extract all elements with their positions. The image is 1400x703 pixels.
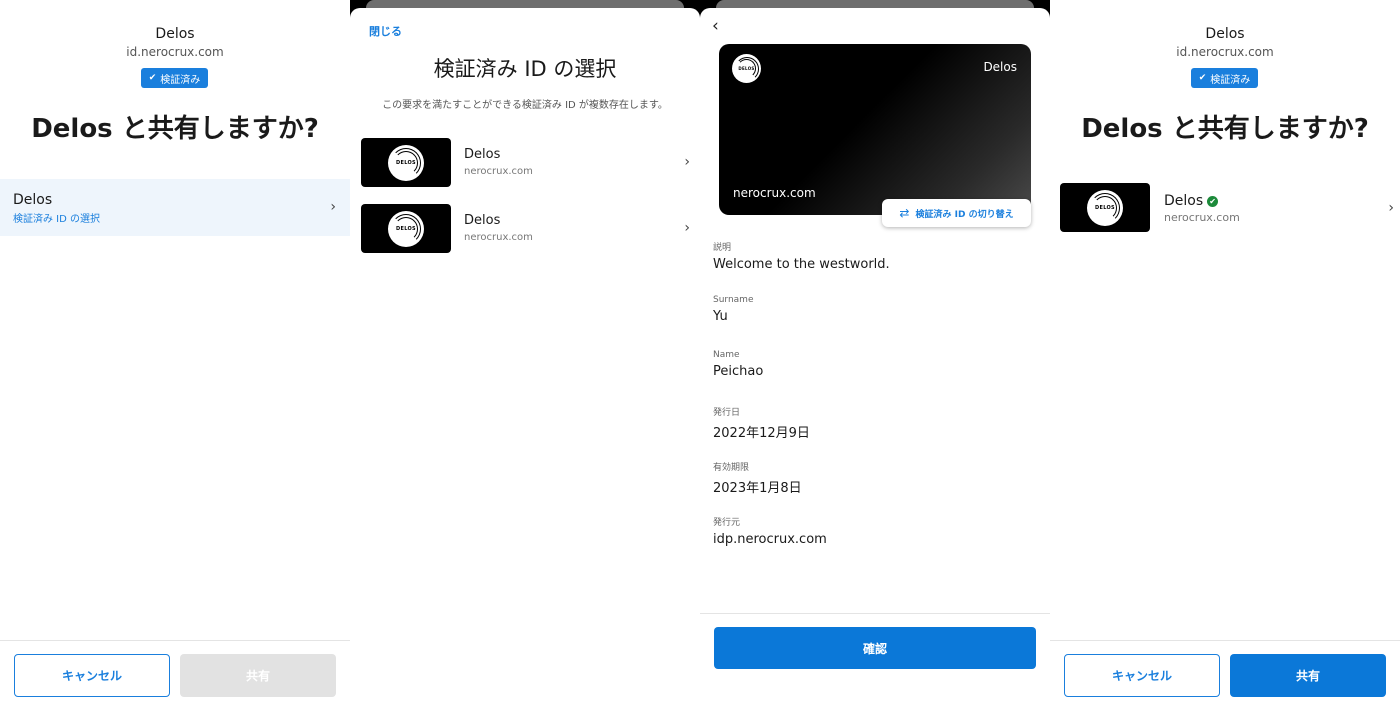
- claim-value: Yu: [713, 309, 728, 324]
- chevron-right-icon: ›: [330, 199, 336, 215]
- id-domain: nerocrux.com: [464, 232, 533, 243]
- relying-party-domain: id.nerocrux.com: [126, 45, 224, 59]
- id-card: DELOS Delos nerocrux.com: [719, 44, 1031, 215]
- delos-logo-icon: DELOS: [1087, 189, 1123, 226]
- delos-logo-icon: DELOS: [732, 54, 761, 83]
- sheet-title: 検証済み ID の選択: [433, 57, 617, 81]
- claim-field: 発行日 2022年12月9日: [713, 405, 1033, 441]
- select-id-sheet-screen: 閉じる 検証済み ID の選択 この要求を満たすことができる検証済み ID が複…: [350, 0, 700, 703]
- claim-label: Surname: [713, 295, 754, 305]
- claim-value: idp.nerocrux.com: [713, 532, 827, 547]
- claim-value: 2022年12月9日: [713, 426, 810, 441]
- id-list-item[interactable]: DELOS Delos nerocrux.com ›: [361, 204, 696, 254]
- select-id-sheet: 閉じる 検証済み ID の選択 この要求を満たすことができる検証済み ID が複…: [350, 8, 700, 703]
- share-button[interactable]: 共有: [180, 654, 336, 697]
- relying-party-domain: id.nerocrux.com: [1176, 45, 1274, 59]
- claim-label: 発行元: [713, 518, 741, 528]
- id-name: Delos: [464, 213, 501, 228]
- claim-field: 説明 Welcome to the westworld.: [713, 240, 1033, 272]
- id-domain: nerocrux.com: [1164, 211, 1240, 224]
- chevron-right-icon: ›: [684, 220, 690, 236]
- share-title: Delos と共有しますか?: [1081, 114, 1369, 144]
- id-detail-screen: ‹ DELOS Delos nerocrux.com ⇄ 検証済み ID の切り…: [700, 0, 1050, 703]
- select-id-row-title: Delos: [13, 192, 53, 208]
- claim-label: 有効期限: [713, 463, 750, 473]
- cancel-button[interactable]: キャンセル: [14, 654, 170, 697]
- claim-field: Name Peichao: [713, 350, 1033, 379]
- verified-badge-label: 検証済み: [160, 74, 201, 86]
- footer-divider: [0, 640, 350, 641]
- selected-id-row[interactable]: DELOS Delos ✔ nerocrux.com ›: [1060, 182, 1400, 234]
- share-screen-selected: Delos id.nerocrux.com ✔ 検証済み Delos と共有しま…: [1050, 0, 1400, 703]
- verified-badge: ✔ 検証済み: [141, 68, 208, 88]
- verified-badge: ✔ 検証済み: [1191, 68, 1258, 88]
- delos-logo-icon: DELOS: [388, 210, 424, 247]
- check-icon: ✔: [1198, 73, 1207, 83]
- id-list-item[interactable]: DELOS Delos nerocrux.com ›: [361, 138, 696, 188]
- claim-label: Name: [713, 350, 740, 360]
- relying-party-name: Delos: [1205, 26, 1245, 42]
- claim-value: Peichao: [713, 364, 764, 379]
- claim-field: 発行元 idp.nerocrux.com: [713, 515, 1033, 547]
- verified-check-icon: ✔: [1207, 195, 1219, 207]
- switch-arrows-icon: ⇄: [899, 206, 910, 220]
- footer-divider: [1050, 640, 1400, 641]
- confirm-button[interactable]: 確認: [714, 627, 1036, 669]
- claim-label: 発行日: [713, 408, 741, 418]
- share-title: Delos と共有しますか?: [31, 114, 319, 144]
- claim-field: 有効期限 2023年1月8日: [713, 460, 1033, 496]
- card-domain: nerocrux.com: [733, 186, 816, 200]
- card-name: Delos: [983, 60, 1017, 74]
- switch-id-button[interactable]: ⇄ 検証済み ID の切り替え: [882, 199, 1031, 227]
- id-thumbnail: DELOS: [1060, 183, 1150, 232]
- id-name: Delos: [464, 147, 501, 162]
- close-button[interactable]: 閉じる: [369, 23, 402, 39]
- footer-divider: [700, 613, 1050, 614]
- share-button[interactable]: 共有: [1230, 654, 1386, 697]
- id-name-with-status: Delos ✔: [1164, 193, 1219, 209]
- id-domain: nerocrux.com: [464, 166, 533, 177]
- delos-logo-icon: DELOS: [388, 144, 424, 181]
- chevron-left-icon[interactable]: ‹: [712, 16, 719, 36]
- verified-badge-label: 検証済み: [1210, 74, 1251, 86]
- sheet-subtitle: この要求を満たすことができる検証済み ID が複数存在します。: [382, 100, 668, 111]
- check-icon: ✔: [148, 73, 157, 83]
- id-name: Delos: [1164, 193, 1204, 209]
- claim-label: 説明: [713, 243, 732, 253]
- select-id-row-subtitle: 検証済み ID の選択: [13, 214, 101, 225]
- claim-field: Surname Yu: [713, 295, 1033, 324]
- chevron-right-icon: ›: [1388, 200, 1394, 216]
- claim-value: Welcome to the westworld.: [713, 257, 890, 272]
- id-thumbnail: DELOS: [361, 204, 451, 253]
- id-thumbnail: DELOS: [361, 138, 451, 187]
- id-detail-sheet: ‹ DELOS Delos nerocrux.com ⇄ 検証済み ID の切り…: [700, 8, 1050, 703]
- cancel-button[interactable]: キャンセル: [1064, 654, 1220, 697]
- share-screen-initial: Delos id.nerocrux.com ✔ 検証済み Delos と共有しま…: [0, 0, 350, 703]
- claim-value: 2023年1月8日: [713, 481, 802, 496]
- chevron-right-icon: ›: [684, 154, 690, 170]
- relying-party-name: Delos: [155, 26, 195, 42]
- select-id-row[interactable]: Delos 検証済み ID の選択 ›: [0, 179, 350, 236]
- switch-id-label: 検証済み ID の切り替え: [915, 209, 1014, 220]
